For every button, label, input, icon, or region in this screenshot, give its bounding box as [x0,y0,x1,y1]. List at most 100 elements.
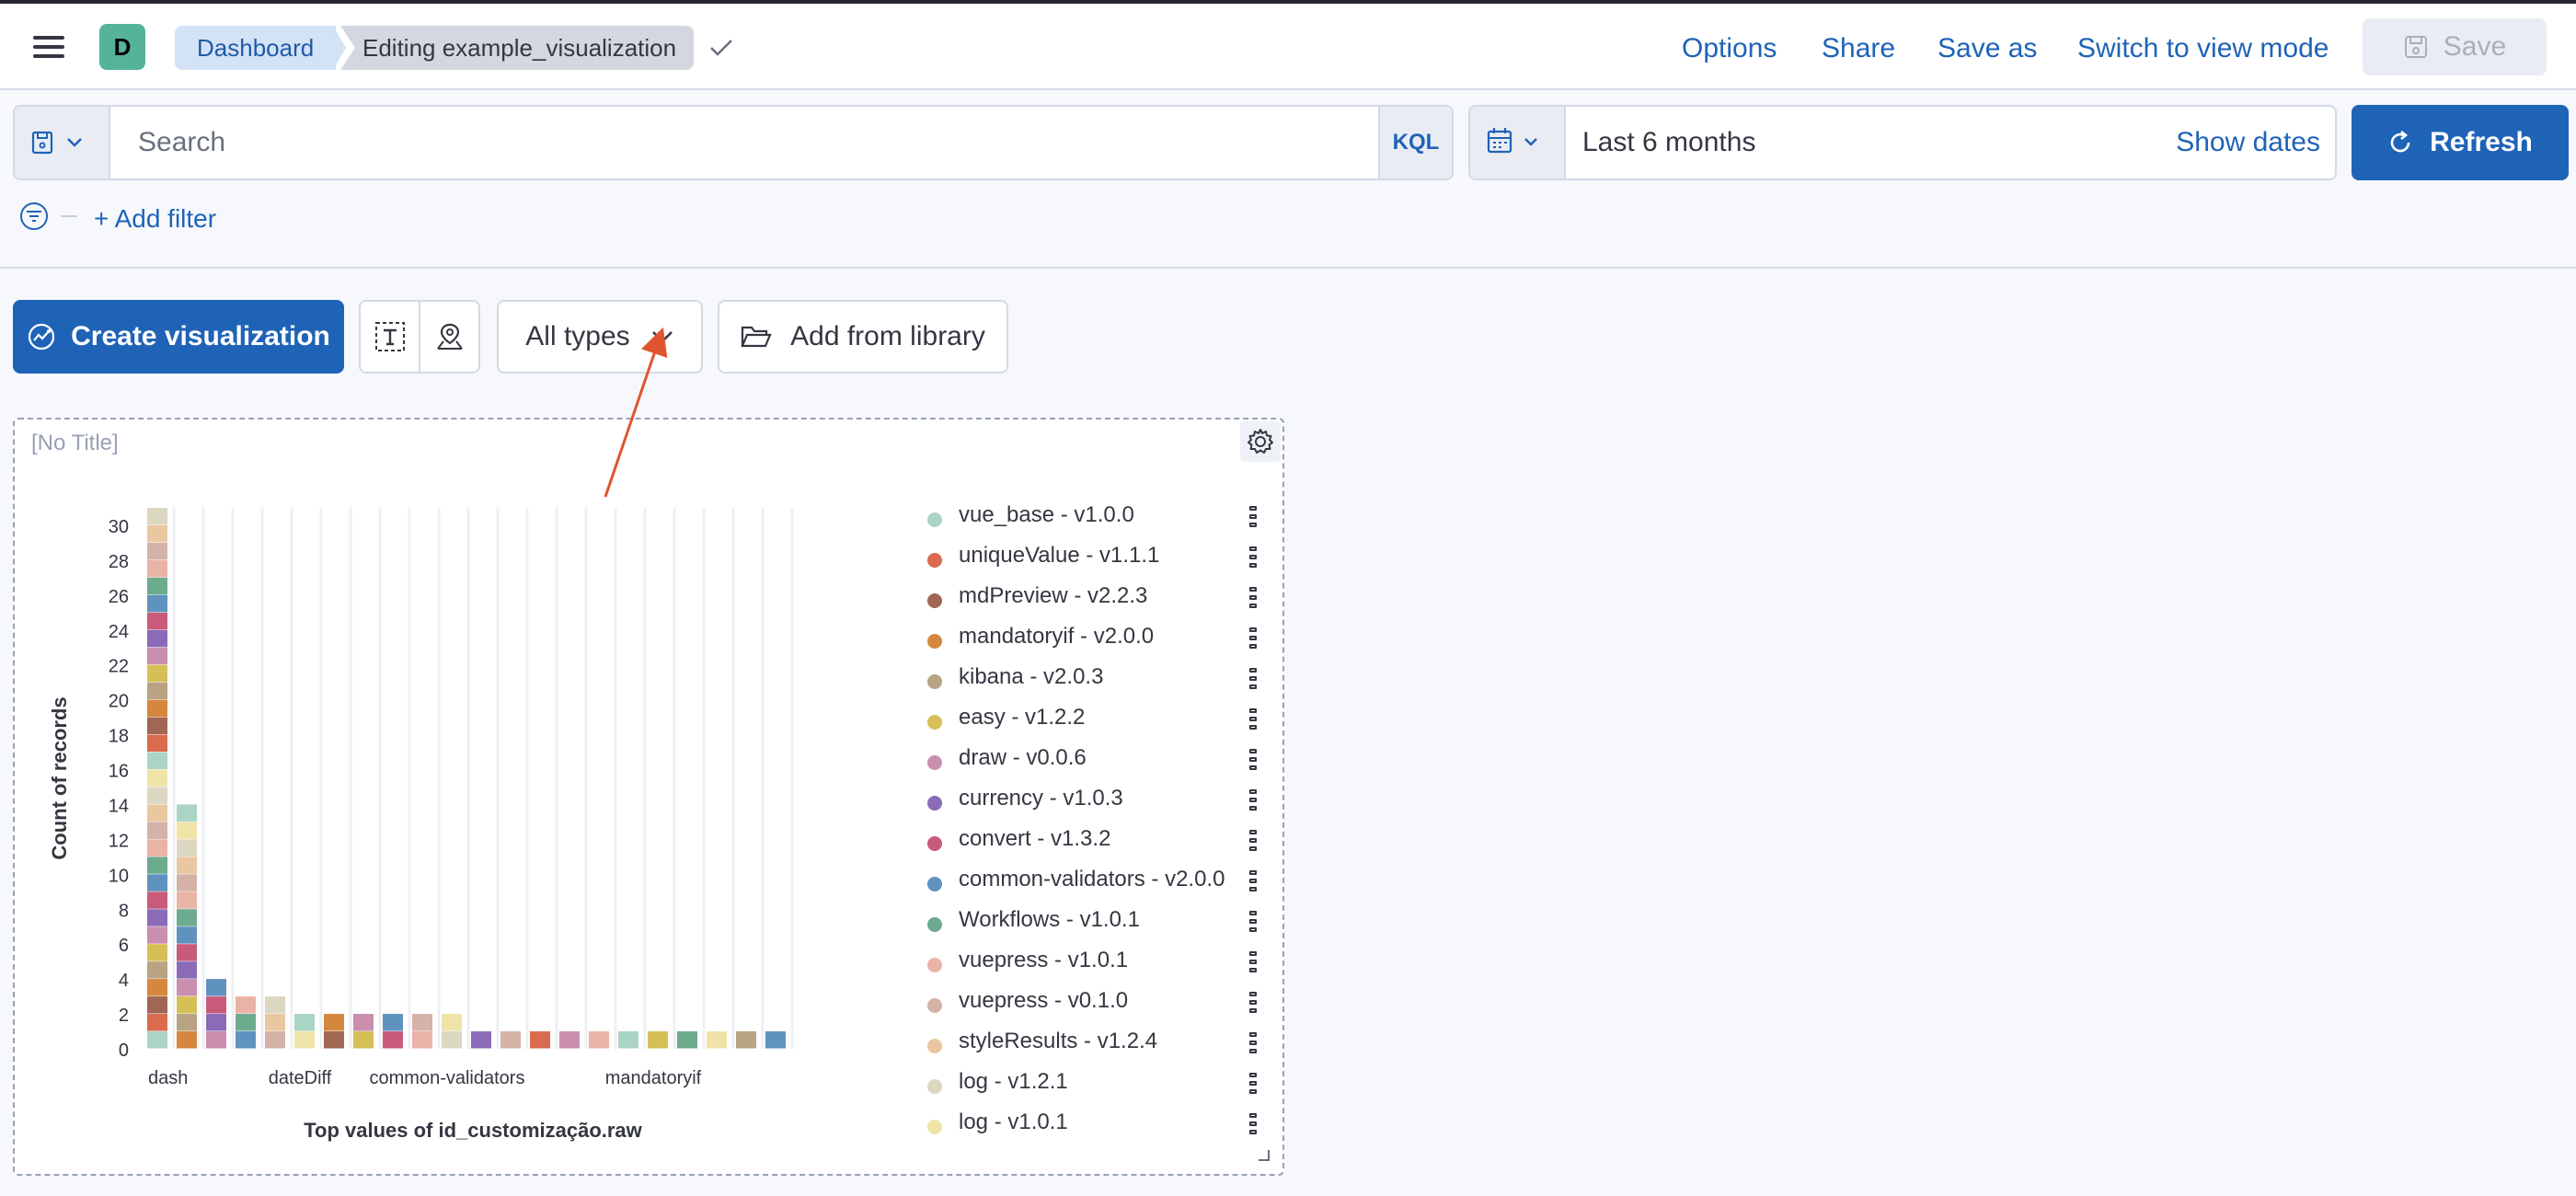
legend-label: draw - v0.0.6 [959,745,1087,770]
bar-segment [177,857,197,874]
bar-segment [177,1014,197,1031]
legend-actions-icon[interactable] [1249,668,1259,692]
legend-actions-icon[interactable] [1249,587,1259,611]
bar-segment [147,612,167,630]
quick-add-group [359,300,480,374]
quick-date-menu-button[interactable] [1470,107,1566,178]
x-tick-label: dash [148,1068,188,1088]
panel-options-button[interactable] [1240,421,1281,462]
legend-item[interactable]: convert - v1.3.2 [898,819,1266,859]
legend-label: mdPreview - v2.2.3 [959,583,1148,608]
legend-actions-icon[interactable] [1249,1032,1259,1056]
resize-handle-icon[interactable] [1259,1150,1270,1161]
create-visualization-button[interactable]: Create visualization [13,300,344,374]
bar-segment [236,1031,256,1049]
bar-segment [147,629,167,648]
legend-item[interactable]: easy - v1.2.2 [898,697,1266,738]
legend-item[interactable]: Workflows - v1.0.1 [898,900,1266,940]
bar-segment [353,1014,374,1031]
legend-item[interactable]: log - v1.2.1 [898,1062,1266,1102]
all-types-dropdown[interactable]: All types [497,300,703,374]
bar-segment [236,1014,256,1031]
saved-query-button[interactable] [15,107,110,178]
share-link[interactable]: Share [1822,33,1895,64]
bar-segment [353,1031,374,1049]
refresh-button[interactable]: Refresh [2352,105,2569,180]
refresh-icon [2390,130,2410,153]
legend-actions-icon[interactable] [1249,830,1259,854]
bar-segment [147,996,167,1014]
legend-item[interactable]: styleResults - v1.2.4 [898,1021,1266,1062]
legend-actions-icon[interactable] [1249,506,1259,530]
legend-actions-icon[interactable] [1249,1073,1259,1097]
bar-segment [442,1031,462,1049]
add-filter-button[interactable]: + Add filter [94,204,216,234]
search-input[interactable] [112,107,1382,178]
visualize-icon [29,323,55,351]
bar-segment [500,1031,521,1049]
bar-segment [736,1031,756,1049]
legend-item[interactable]: mdPreview - v2.2.3 [898,576,1266,616]
options-link[interactable]: Options [1682,33,1777,64]
bar-segment [177,944,197,961]
bar-segment [147,699,167,718]
legend-item[interactable]: vuepress - v0.1.0 [898,981,1266,1021]
y-tick-label: 6 [119,936,129,956]
legend-actions-icon[interactable] [1249,789,1259,813]
filter-icon[interactable] [18,202,52,232]
bar-segment [265,996,285,1014]
bar-segment [559,1031,580,1049]
legend-actions-icon[interactable] [1249,1113,1259,1137]
legend-item[interactable]: kibana - v2.0.3 [898,657,1266,697]
date-range-text[interactable]: Last 6 months [1582,127,1755,158]
legend-actions-icon[interactable] [1249,546,1259,570]
bar-segment [147,944,167,961]
menu-icon[interactable] [33,34,66,60]
bar-segment [147,769,167,787]
save-button[interactable]: Save [2363,18,2547,75]
show-dates-link[interactable]: Show dates [2176,127,2320,158]
legend-item[interactable]: vuepress - v1.0.1 [898,940,1266,981]
legend-label: convert - v1.3.2 [959,826,1111,851]
legend-item[interactable]: mandatoryif - v2.0.0 [898,616,1266,657]
legend-item[interactable]: log - v1.0.1 [898,1102,1266,1143]
space-avatar[interactable]: D [99,24,145,70]
legend-item[interactable]: uniqueValue - v1.1.1 [898,535,1266,576]
bar-segment [265,1014,285,1031]
add-from-library-button[interactable]: Add from library [718,300,1008,374]
legend-actions-icon[interactable] [1249,951,1259,975]
legend-color-dot [927,998,942,1013]
legend-color-dot [927,958,942,972]
create-visualization-label: Create visualization [71,321,330,351]
legend-actions-icon[interactable] [1249,749,1259,773]
bar-segment [147,647,167,665]
legend-actions-icon[interactable] [1249,992,1259,1016]
legend-item[interactable]: common-validators - v2.0.0 [898,859,1266,900]
legend-item[interactable]: vue_base - v1.0.0 [898,495,1266,535]
add-text-button[interactable] [361,302,419,372]
add-map-button[interactable] [419,302,478,372]
legend-actions-icon[interactable] [1249,708,1259,732]
gear-icon [1248,429,1273,454]
legend-label: Workflows - v1.0.1 [959,907,1140,932]
kql-language-button[interactable]: KQL [1378,107,1452,178]
bar-segment [677,1031,697,1049]
legend-actions-icon[interactable] [1249,911,1259,935]
legend-item[interactable]: currency - v1.0.3 [898,778,1266,819]
legend-item[interactable]: draw - v0.0.6 [898,738,1266,778]
y-tick-label: 4 [119,971,129,991]
bar-segment [177,839,197,857]
switch-view-mode-link[interactable]: Switch to view mode [2077,33,2329,64]
bar-segment [442,1014,462,1031]
legend-actions-icon[interactable] [1249,870,1259,894]
bar-segment [147,664,167,683]
bar-segment [147,682,167,700]
legend-actions-icon[interactable] [1249,627,1259,651]
save-as-link[interactable]: Save as [1938,33,2037,64]
y-tick-label: 16 [109,762,129,782]
bar-segment [147,891,167,909]
query-bar: KQL [13,105,1454,180]
breadcrumb-dashboard[interactable]: Dashboard [175,26,337,70]
bar-segment [648,1031,668,1049]
legend-color-dot [927,796,942,811]
